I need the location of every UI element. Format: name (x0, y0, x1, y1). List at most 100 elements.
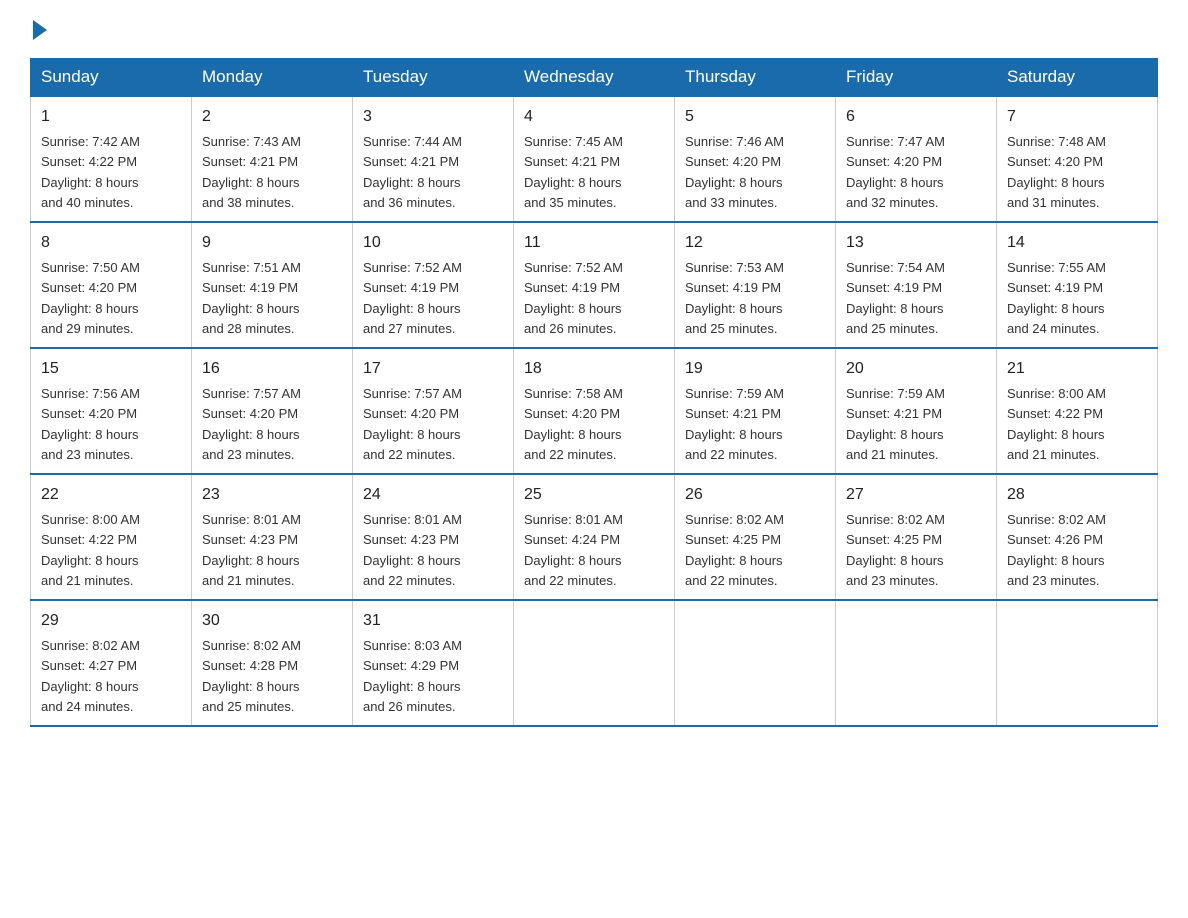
calendar-week-row: 22 Sunrise: 8:00 AMSunset: 4:22 PMDaylig… (31, 474, 1158, 600)
calendar-week-row: 15 Sunrise: 7:56 AMSunset: 4:20 PMDaylig… (31, 348, 1158, 474)
day-info: Sunrise: 7:56 AMSunset: 4:20 PMDaylight:… (41, 386, 140, 462)
day-number: 30 (202, 609, 342, 633)
table-row: 5 Sunrise: 7:46 AMSunset: 4:20 PMDayligh… (675, 96, 836, 222)
day-info: Sunrise: 7:42 AMSunset: 4:22 PMDaylight:… (41, 134, 140, 210)
day-number: 16 (202, 357, 342, 381)
table-row: 9 Sunrise: 7:51 AMSunset: 4:19 PMDayligh… (192, 222, 353, 348)
day-info: Sunrise: 7:52 AMSunset: 4:19 PMDaylight:… (363, 260, 462, 336)
day-number: 22 (41, 483, 181, 507)
day-number: 21 (1007, 357, 1147, 381)
calendar-week-row: 1 Sunrise: 7:42 AMSunset: 4:22 PMDayligh… (31, 96, 1158, 222)
day-info: Sunrise: 7:44 AMSunset: 4:21 PMDaylight:… (363, 134, 462, 210)
day-number: 29 (41, 609, 181, 633)
day-info: Sunrise: 7:57 AMSunset: 4:20 PMDaylight:… (202, 386, 301, 462)
day-info: Sunrise: 8:03 AMSunset: 4:29 PMDaylight:… (363, 638, 462, 714)
table-row: 18 Sunrise: 7:58 AMSunset: 4:20 PMDaylig… (514, 348, 675, 474)
day-info: Sunrise: 8:02 AMSunset: 4:28 PMDaylight:… (202, 638, 301, 714)
day-info: Sunrise: 7:47 AMSunset: 4:20 PMDaylight:… (846, 134, 945, 210)
day-info: Sunrise: 7:53 AMSunset: 4:19 PMDaylight:… (685, 260, 784, 336)
day-number: 2 (202, 105, 342, 129)
day-number: 20 (846, 357, 986, 381)
day-info: Sunrise: 7:51 AMSunset: 4:19 PMDaylight:… (202, 260, 301, 336)
day-info: Sunrise: 7:59 AMSunset: 4:21 PMDaylight:… (846, 386, 945, 462)
table-row: 1 Sunrise: 7:42 AMSunset: 4:22 PMDayligh… (31, 96, 192, 222)
table-row: 11 Sunrise: 7:52 AMSunset: 4:19 PMDaylig… (514, 222, 675, 348)
table-row: 13 Sunrise: 7:54 AMSunset: 4:19 PMDaylig… (836, 222, 997, 348)
table-row: 20 Sunrise: 7:59 AMSunset: 4:21 PMDaylig… (836, 348, 997, 474)
day-info: Sunrise: 7:58 AMSunset: 4:20 PMDaylight:… (524, 386, 623, 462)
day-number: 23 (202, 483, 342, 507)
table-row: 15 Sunrise: 7:56 AMSunset: 4:20 PMDaylig… (31, 348, 192, 474)
table-row: 22 Sunrise: 8:00 AMSunset: 4:22 PMDaylig… (31, 474, 192, 600)
day-number: 18 (524, 357, 664, 381)
table-row: 29 Sunrise: 8:02 AMSunset: 4:27 PMDaylig… (31, 600, 192, 726)
table-row: 2 Sunrise: 7:43 AMSunset: 4:21 PMDayligh… (192, 96, 353, 222)
logo (30, 20, 47, 48)
table-row: 16 Sunrise: 7:57 AMSunset: 4:20 PMDaylig… (192, 348, 353, 474)
day-number: 11 (524, 231, 664, 255)
day-number: 3 (363, 105, 503, 129)
day-number: 17 (363, 357, 503, 381)
header-monday: Monday (192, 59, 353, 97)
day-info: Sunrise: 8:01 AMSunset: 4:23 PMDaylight:… (202, 512, 301, 588)
day-info: Sunrise: 7:50 AMSunset: 4:20 PMDaylight:… (41, 260, 140, 336)
table-row: 30 Sunrise: 8:02 AMSunset: 4:28 PMDaylig… (192, 600, 353, 726)
table-row: 10 Sunrise: 7:52 AMSunset: 4:19 PMDaylig… (353, 222, 514, 348)
day-info: Sunrise: 8:00 AMSunset: 4:22 PMDaylight:… (41, 512, 140, 588)
day-info: Sunrise: 8:02 AMSunset: 4:27 PMDaylight:… (41, 638, 140, 714)
day-number: 26 (685, 483, 825, 507)
day-info: Sunrise: 7:48 AMSunset: 4:20 PMDaylight:… (1007, 134, 1106, 210)
table-row: 8 Sunrise: 7:50 AMSunset: 4:20 PMDayligh… (31, 222, 192, 348)
day-info: Sunrise: 7:59 AMSunset: 4:21 PMDaylight:… (685, 386, 784, 462)
table-row: 4 Sunrise: 7:45 AMSunset: 4:21 PMDayligh… (514, 96, 675, 222)
day-info: Sunrise: 8:02 AMSunset: 4:25 PMDaylight:… (846, 512, 945, 588)
table-row: 25 Sunrise: 8:01 AMSunset: 4:24 PMDaylig… (514, 474, 675, 600)
day-number: 19 (685, 357, 825, 381)
calendar-week-row: 8 Sunrise: 7:50 AMSunset: 4:20 PMDayligh… (31, 222, 1158, 348)
table-row: 21 Sunrise: 8:00 AMSunset: 4:22 PMDaylig… (997, 348, 1158, 474)
header-sunday: Sunday (31, 59, 192, 97)
day-number: 28 (1007, 483, 1147, 507)
day-info: Sunrise: 8:01 AMSunset: 4:23 PMDaylight:… (363, 512, 462, 588)
day-info: Sunrise: 7:55 AMSunset: 4:19 PMDaylight:… (1007, 260, 1106, 336)
header-wednesday: Wednesday (514, 59, 675, 97)
day-info: Sunrise: 7:57 AMSunset: 4:20 PMDaylight:… (363, 386, 462, 462)
table-row (514, 600, 675, 726)
table-row: 17 Sunrise: 7:57 AMSunset: 4:20 PMDaylig… (353, 348, 514, 474)
day-info: Sunrise: 7:45 AMSunset: 4:21 PMDaylight:… (524, 134, 623, 210)
day-info: Sunrise: 8:02 AMSunset: 4:25 PMDaylight:… (685, 512, 784, 588)
calendar-week-row: 29 Sunrise: 8:02 AMSunset: 4:27 PMDaylig… (31, 600, 1158, 726)
logo-triangle-icon (33, 20, 47, 40)
table-row (675, 600, 836, 726)
weekday-header-row: Sunday Monday Tuesday Wednesday Thursday… (31, 59, 1158, 97)
header-saturday: Saturday (997, 59, 1158, 97)
day-info: Sunrise: 7:46 AMSunset: 4:20 PMDaylight:… (685, 134, 784, 210)
day-info: Sunrise: 7:43 AMSunset: 4:21 PMDaylight:… (202, 134, 301, 210)
table-row: 28 Sunrise: 8:02 AMSunset: 4:26 PMDaylig… (997, 474, 1158, 600)
day-number: 6 (846, 105, 986, 129)
day-number: 7 (1007, 105, 1147, 129)
day-info: Sunrise: 8:01 AMSunset: 4:24 PMDaylight:… (524, 512, 623, 588)
header-thursday: Thursday (675, 59, 836, 97)
day-number: 24 (363, 483, 503, 507)
day-number: 9 (202, 231, 342, 255)
day-info: Sunrise: 8:02 AMSunset: 4:26 PMDaylight:… (1007, 512, 1106, 588)
table-row: 14 Sunrise: 7:55 AMSunset: 4:19 PMDaylig… (997, 222, 1158, 348)
table-row: 7 Sunrise: 7:48 AMSunset: 4:20 PMDayligh… (997, 96, 1158, 222)
day-number: 1 (41, 105, 181, 129)
table-row: 19 Sunrise: 7:59 AMSunset: 4:21 PMDaylig… (675, 348, 836, 474)
day-number: 27 (846, 483, 986, 507)
day-number: 13 (846, 231, 986, 255)
day-number: 8 (41, 231, 181, 255)
day-number: 10 (363, 231, 503, 255)
day-number: 25 (524, 483, 664, 507)
page-header (30, 20, 1158, 48)
table-row: 27 Sunrise: 8:02 AMSunset: 4:25 PMDaylig… (836, 474, 997, 600)
day-info: Sunrise: 7:54 AMSunset: 4:19 PMDaylight:… (846, 260, 945, 336)
table-row: 3 Sunrise: 7:44 AMSunset: 4:21 PMDayligh… (353, 96, 514, 222)
table-row: 23 Sunrise: 8:01 AMSunset: 4:23 PMDaylig… (192, 474, 353, 600)
table-row: 6 Sunrise: 7:47 AMSunset: 4:20 PMDayligh… (836, 96, 997, 222)
day-number: 4 (524, 105, 664, 129)
table-row (997, 600, 1158, 726)
table-row: 24 Sunrise: 8:01 AMSunset: 4:23 PMDaylig… (353, 474, 514, 600)
